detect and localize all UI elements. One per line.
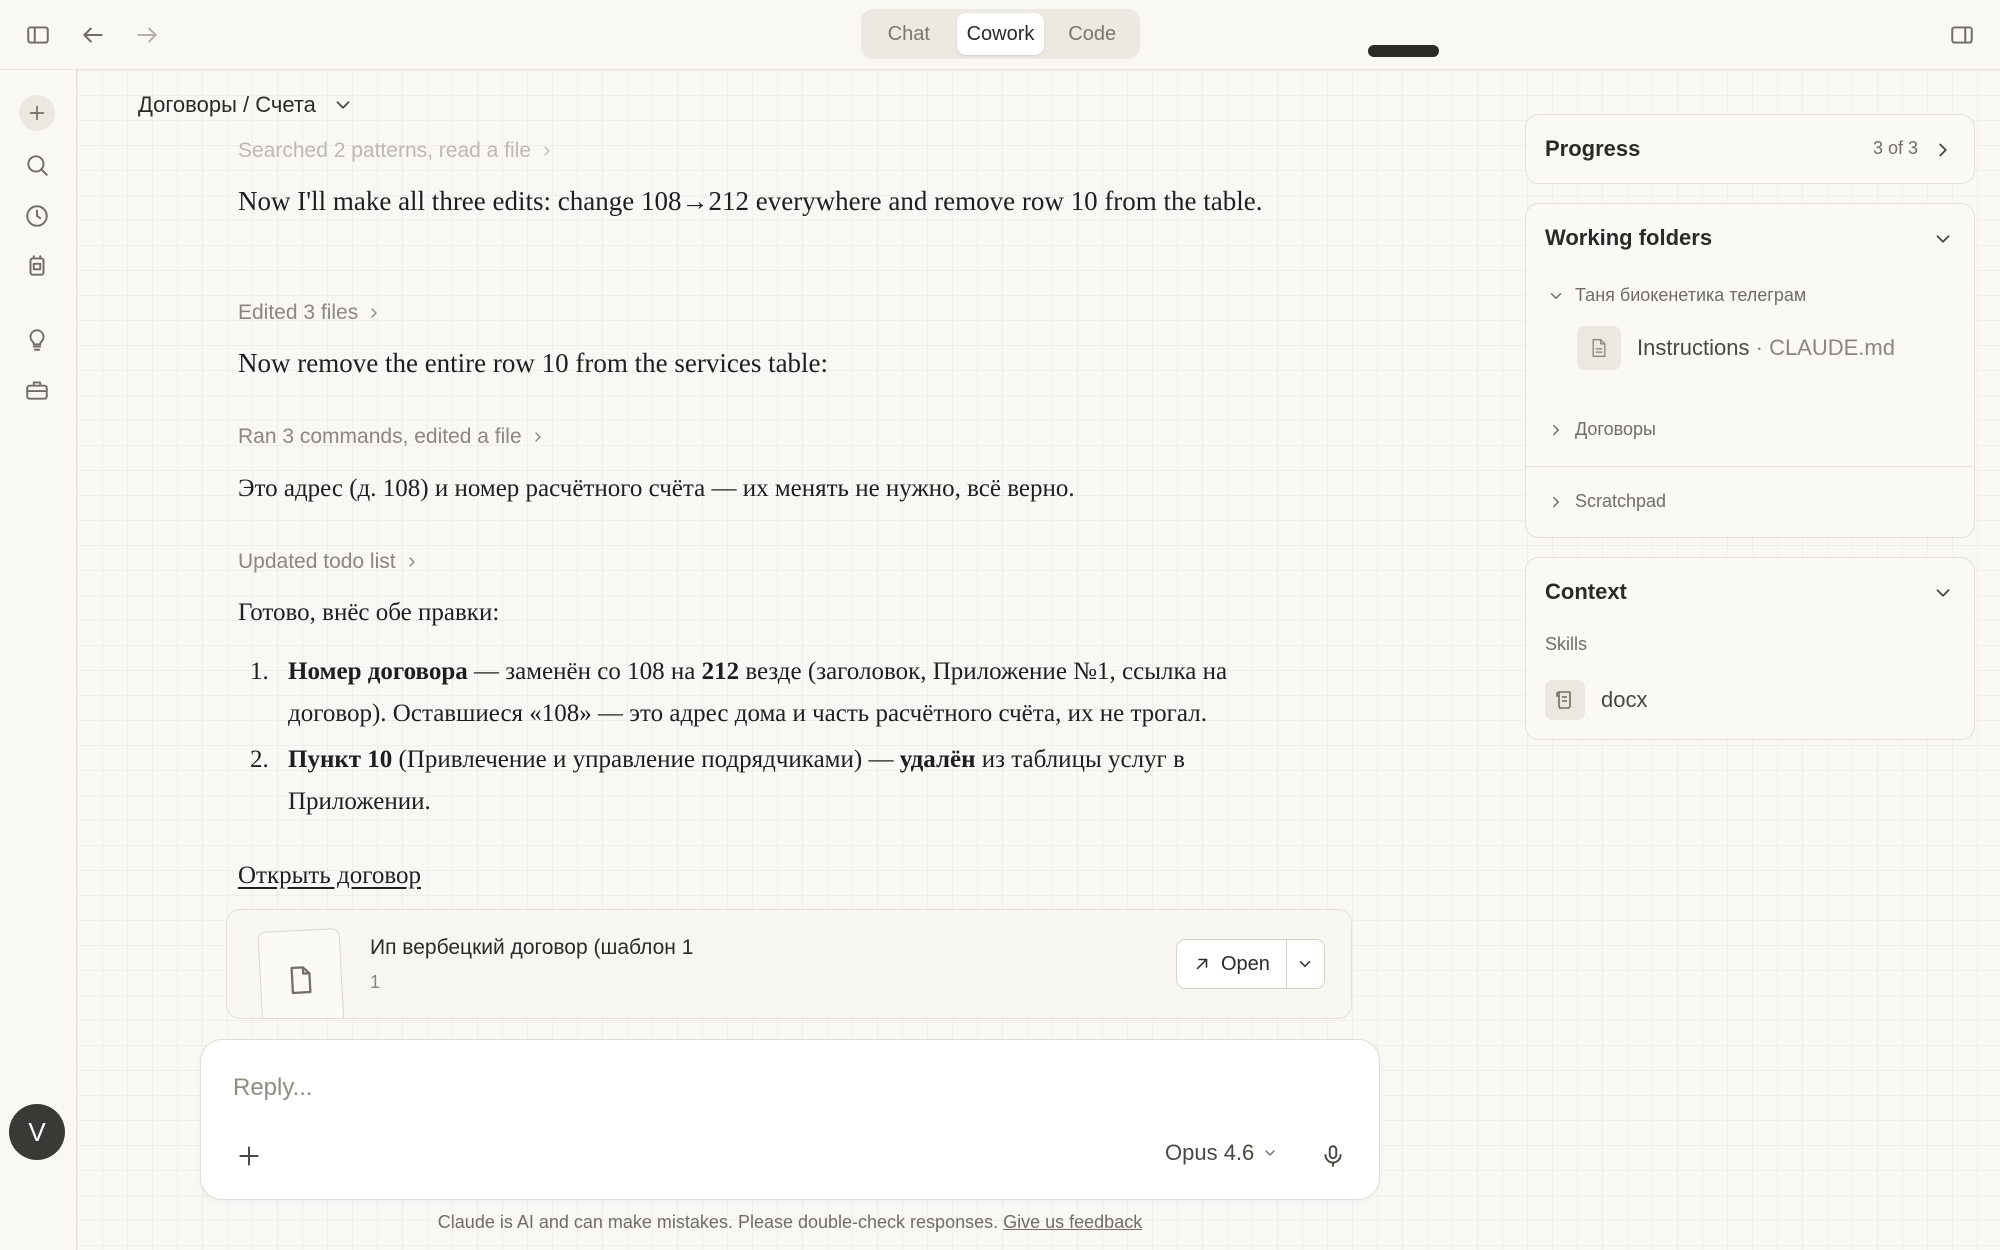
open-button-label: Open bbox=[1221, 952, 1270, 975]
step-searched-label: Searched 2 patterns, read a file bbox=[238, 139, 532, 162]
instructions-file[interactable]: Instructions · CLAUDE.md bbox=[1577, 326, 1895, 370]
working-folders-title: Working folders bbox=[1545, 225, 1713, 250]
list-bold-text: удалён bbox=[899, 746, 976, 773]
step-todo[interactable]: Updated todo list bbox=[238, 550, 420, 574]
list-text: — заменён со 108 на bbox=[467, 658, 702, 685]
chevron-right-icon bbox=[534, 432, 541, 442]
step-edited-label: Edited 3 files bbox=[238, 301, 359, 324]
skill-scroll-icon bbox=[1545, 680, 1585, 720]
attach-plus-icon[interactable] bbox=[231, 1138, 267, 1174]
folder-name: Scratchpad bbox=[1575, 491, 1667, 511]
chevron-right-icon bbox=[544, 146, 550, 156]
document-thumbnail bbox=[257, 927, 345, 1018]
avatar[interactable]: V bbox=[9, 1104, 65, 1160]
chevron-down-icon[interactable] bbox=[1932, 582, 1954, 604]
chevron-right-icon bbox=[408, 557, 415, 567]
file-card[interactable]: Ип вербецкий договор (шаблон 1 1 Open bbox=[226, 909, 1352, 1019]
list-item: 1. Номер договора — заменён со 108 на 21… bbox=[238, 651, 1318, 735]
step-searched[interactable]: Searched 2 patterns, read a file bbox=[238, 139, 555, 163]
chevron-down-icon bbox=[1265, 1150, 1275, 1156]
file-filename: CLAUDE.md bbox=[1769, 335, 1895, 360]
edits-list: 1. Номер договора — заменён со 108 на 21… bbox=[238, 651, 1318, 827]
mode-switch: Chat Cowork Code bbox=[861, 9, 1140, 59]
chevron-right-icon bbox=[1939, 143, 1947, 157]
step-ran[interactable]: Ran 3 commands, edited a file bbox=[238, 425, 546, 449]
disclaimer: Claude is AI and can make mistakes. Plea… bbox=[200, 1212, 1380, 1233]
list-bold-text: Номер договора bbox=[288, 658, 468, 685]
message-remove-row: Now remove the entire row 10 from the se… bbox=[238, 348, 829, 378]
breadcrumb[interactable]: Договоры / Счета bbox=[138, 92, 354, 118]
step-ran-label: Ran 3 commands, edited a file bbox=[238, 425, 522, 448]
folder-item[interactable]: Scratchpad bbox=[1547, 491, 1666, 512]
skills-label: Skills bbox=[1545, 634, 1588, 654]
list-item: 2. Пункт 10 (Привлечение и управление по… bbox=[238, 739, 1318, 823]
chevron-down-icon bbox=[336, 101, 350, 109]
sidebar-toggle-icon[interactable] bbox=[18, 15, 58, 55]
step-edited[interactable]: Edited 3 files bbox=[238, 301, 382, 325]
list-bold-text: Пункт 10 bbox=[288, 746, 393, 773]
top-bar: Chat Cowork Code bbox=[0, 0, 2000, 70]
list-text: (Привлечение и управление подрядчиками) … bbox=[392, 746, 900, 773]
lightbulb-icon[interactable] bbox=[17, 320, 57, 360]
back-arrow-icon[interactable] bbox=[73, 15, 113, 55]
open-button-group: Open bbox=[1176, 939, 1325, 989]
message-address: Это адрес (д. 108) и номер расчётного сч… bbox=[238, 475, 1075, 502]
search-icon[interactable] bbox=[17, 145, 57, 185]
message-done: Готово, внёс обе правки: bbox=[238, 599, 500, 626]
forward-arrow-icon[interactable] bbox=[127, 15, 167, 55]
file-label: Instructions bbox=[1637, 335, 1750, 360]
document-icon bbox=[290, 966, 312, 995]
folder-item[interactable]: Таня биокенетика телеграм bbox=[1547, 285, 1806, 306]
chevron-right-icon bbox=[1553, 424, 1559, 435]
tab-cowork[interactable]: Cowork bbox=[956, 13, 1045, 55]
file-separator: · bbox=[1749, 335, 1770, 360]
folder-item[interactable]: Договоры bbox=[1547, 419, 1656, 440]
progress-title: Progress bbox=[1545, 136, 1641, 161]
tab-chat[interactable]: Chat bbox=[865, 13, 953, 55]
folder-name: Договоры bbox=[1575, 419, 1656, 439]
toolbox-icon[interactable] bbox=[17, 370, 57, 410]
step-todo-label: Updated todo list bbox=[238, 550, 396, 573]
chevron-down-icon bbox=[1550, 292, 1562, 299]
skill-name: docx bbox=[1601, 687, 1648, 712]
folder-name: Таня биокенетика телеграм bbox=[1575, 285, 1807, 305]
open-contract-link[interactable]: Открыть договор bbox=[238, 862, 421, 890]
list-number: 1. bbox=[250, 658, 269, 685]
list-number: 2. bbox=[250, 746, 269, 773]
progress-count: 3 of 3 bbox=[1872, 138, 1918, 158]
left-rail bbox=[0, 70, 77, 1250]
plus-icon[interactable] bbox=[19, 95, 55, 131]
open-options-button[interactable] bbox=[1287, 940, 1324, 988]
file-subtitle: 1 bbox=[370, 972, 381, 992]
open-button[interactable]: Open bbox=[1177, 940, 1287, 988]
context-title: Context bbox=[1545, 579, 1627, 604]
working-folders-panel: Working folders Таня биокенетика телегра… bbox=[1525, 203, 1975, 538]
file-name: Ип вербецкий договор (шаблон 1 bbox=[370, 936, 694, 959]
chevron-right-icon bbox=[371, 308, 377, 318]
model-label: Opus 4.6 bbox=[1165, 1140, 1255, 1165]
divider bbox=[1526, 466, 1974, 467]
right-panel-toggle-icon[interactable] bbox=[1942, 15, 1982, 55]
chevron-down-icon[interactable] bbox=[1932, 228, 1954, 250]
progress-panel[interactable]: Progress 3 of 3 bbox=[1525, 114, 1975, 184]
skill-item[interactable]: docx bbox=[1545, 680, 1647, 720]
model-selector[interactable]: Opus 4.6 bbox=[1165, 1140, 1278, 1166]
drag-handle[interactable] bbox=[1368, 45, 1439, 57]
list-bold-text: 212 bbox=[701, 658, 740, 685]
dispatch-icon[interactable] bbox=[17, 246, 57, 286]
tab-code[interactable]: Code bbox=[1048, 13, 1136, 55]
disclaimer-text: Claude is AI and can make mistakes. Plea… bbox=[437, 1212, 999, 1232]
microphone-icon[interactable] bbox=[1315, 1136, 1351, 1176]
arrow-up-right-icon bbox=[1196, 958, 1208, 970]
breadcrumb-label: Договоры / Счета bbox=[138, 92, 316, 117]
clock-icon[interactable] bbox=[17, 196, 57, 236]
message-edits-intro: Now I'll make all three edits: change 10… bbox=[238, 186, 1263, 216]
reply-input[interactable] bbox=[233, 1068, 1333, 1108]
context-panel: Context Skills docx bbox=[1525, 557, 1975, 740]
document-icon bbox=[1577, 326, 1621, 370]
chevron-down-icon bbox=[1300, 961, 1311, 967]
chevron-right-icon bbox=[1553, 496, 1559, 507]
reply-box: Opus 4.6 bbox=[200, 1039, 1380, 1200]
feedback-link[interactable]: Give us feedback bbox=[1003, 1212, 1142, 1232]
